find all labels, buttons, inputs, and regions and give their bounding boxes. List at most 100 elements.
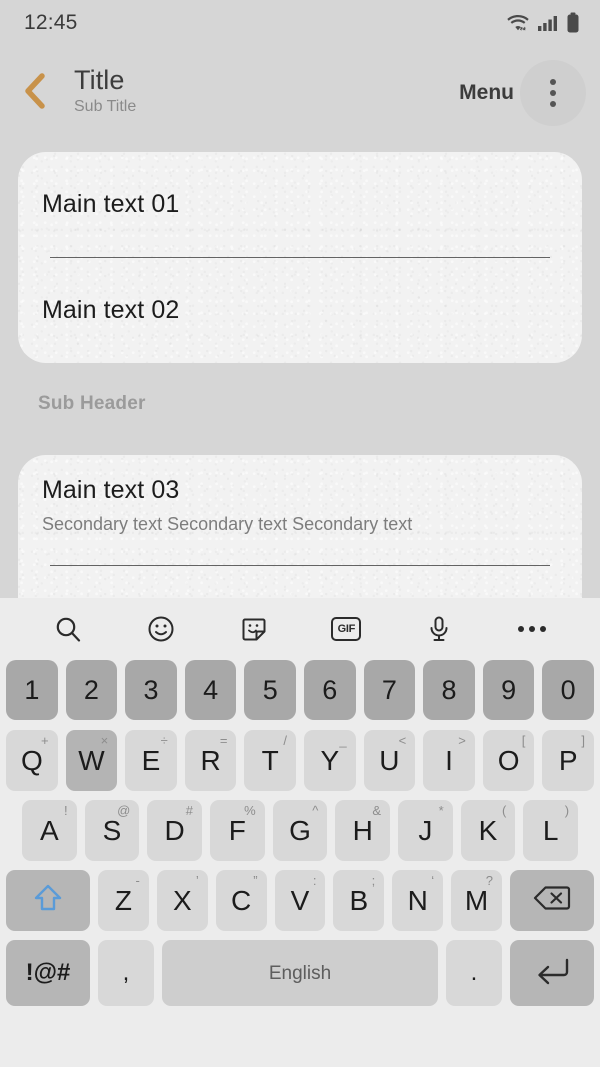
list-item-title: Main text 03 <box>42 476 180 504</box>
period-key[interactable]: . <box>446 940 502 1006</box>
key-c[interactable]: ” C <box>215 870 267 931</box>
key-d[interactable]: # D <box>147 800 202 861</box>
list-divider <box>50 257 550 258</box>
more-horizontal-icon[interactable] <box>506 603 558 655</box>
back-button[interactable] <box>22 69 62 117</box>
key-g[interactable]: ^ G <box>272 800 328 861</box>
key-f[interactable]: % F <box>210 800 265 861</box>
key-h-alt: & <box>372 803 382 818</box>
key-g-alt: ^ <box>312 803 319 818</box>
space-key[interactable]: English <box>162 940 438 1006</box>
key-s[interactable]: @ S <box>84 800 140 861</box>
key-o-alt: [ <box>521 733 526 748</box>
key-y-label: Y <box>320 744 340 776</box>
key-w[interactable]: × W <box>65 730 118 791</box>
key-m-label: M <box>464 884 489 916</box>
signal-icon <box>537 13 559 33</box>
key-p-alt: ] <box>581 733 585 748</box>
key-j-label: J <box>418 814 433 846</box>
key-l-alt: ) <box>564 803 570 818</box>
page-title: Title <box>74 64 125 95</box>
key-u[interactable]: < U <box>363 730 416 791</box>
key-m[interactable]: ? M <box>451 870 503 931</box>
key-n[interactable]: ‘N <box>392 870 444 931</box>
key-j[interactable]: * J <box>398 800 453 861</box>
key-y[interactable]: _ Y <box>304 730 356 791</box>
overflow-menu-button[interactable] <box>520 60 586 126</box>
key-8[interactable]: 8 <box>423 660 475 720</box>
emoji-icon[interactable] <box>135 603 187 655</box>
battery-icon <box>566 12 580 34</box>
wifi-icon <box>506 13 530 33</box>
microphone-icon[interactable] <box>413 603 465 655</box>
key-a-label: A <box>39 814 59 846</box>
key-l[interactable]: ) L <box>523 800 579 861</box>
key-z[interactable]: -Z <box>98 870 149 931</box>
key-1[interactable]: 1 <box>6 660 58 720</box>
key-j-alt: * <box>438 803 444 818</box>
comma-key[interactable]: , <box>98 940 154 1006</box>
key-b[interactable]: ; B <box>333 870 385 931</box>
key-o[interactable]: [O <box>482 730 535 791</box>
key-2[interactable]: 2 <box>65 660 118 720</box>
list-item[interactable]: Main text 02 <box>18 258 582 363</box>
key-c-label: C <box>231 884 252 916</box>
key-p-label: P <box>558 744 578 776</box>
key-0[interactable]: 0 <box>542 660 594 720</box>
key-e[interactable]: ÷ E <box>125 730 177 791</box>
key-u-alt: < <box>398 733 407 748</box>
key-q-label: Q <box>20 744 43 776</box>
symbols-key[interactable]: !@# <box>6 940 90 1006</box>
list-item-title: Main text 02 <box>42 295 180 324</box>
key-3[interactable]: 3 <box>125 660 177 720</box>
key-a[interactable]: ! A <box>21 800 77 861</box>
content-list[interactable]: Main text 01 Main text 02 Sub Header Mai… <box>0 140 600 598</box>
key-v[interactable]: :V <box>274 870 326 931</box>
status-bar: 12:45 <box>0 0 600 46</box>
backspace-icon <box>533 884 571 917</box>
enter-key[interactable] <box>510 940 594 1006</box>
key-s-label: S <box>102 814 122 846</box>
title-group: Title Sub Title <box>74 64 459 121</box>
list-item[interactable]: Main text 04 <box>18 566 582 598</box>
sticker-icon[interactable] <box>228 603 280 655</box>
keyboard-row-one: + Q × W ÷ E = R / T _ Y < U > I [O ] P <box>0 730 600 791</box>
key-t[interactable]: / T <box>244 730 296 791</box>
key-p[interactable]: ] P <box>542 730 594 791</box>
key-l-label: L <box>542 814 559 846</box>
key-i[interactable]: > I <box>423 730 475 791</box>
key-i-alt: > <box>458 733 466 748</box>
key-x[interactable]: ’ X <box>156 870 208 931</box>
search-icon[interactable] <box>42 603 94 655</box>
gif-icon[interactable]: GIF <box>320 603 372 655</box>
key-k[interactable]: (K <box>460 800 516 861</box>
key-7[interactable]: 7 <box>363 660 416 720</box>
key-r[interactable]: = R <box>184 730 237 791</box>
key-t-label: T <box>261 744 279 776</box>
key-w-label: W <box>78 744 105 776</box>
list-item[interactable]: Main text 01 <box>18 152 582 257</box>
key-z-alt: - <box>135 873 140 888</box>
menu-button[interactable]: Menu <box>459 81 514 105</box>
key-h-label: H <box>352 814 373 846</box>
key-k-label: K <box>478 814 498 846</box>
key-4[interactable]: 4 <box>184 660 237 720</box>
key-5[interactable]: 5 <box>244 660 296 720</box>
list-item[interactable]: Main text 03 Secondary text Secondary te… <box>18 455 582 565</box>
more-vertical-icon <box>550 79 556 107</box>
key-q[interactable]: + Q <box>6 730 58 791</box>
keyboard-row-three: -Z ’ X ” C :V ; B ‘N ? M <box>0 870 600 931</box>
key-h[interactable]: & H <box>335 800 391 861</box>
key-6[interactable]: 6 <box>304 660 356 720</box>
keyboard-row-two: ! A @ S # D % F ^ G & H * J (K ) L <box>0 800 600 861</box>
shift-key[interactable] <box>6 870 90 931</box>
backspace-key[interactable] <box>510 870 595 931</box>
key-m-alt: ? <box>485 873 494 888</box>
gif-label: GIF <box>331 617 362 641</box>
key-x-alt: ’ <box>195 873 199 888</box>
chevron-left-icon <box>22 72 48 115</box>
key-9[interactable]: 9 <box>482 660 535 720</box>
key-x-label: X <box>172 884 192 916</box>
key-n-alt: ‘ <box>431 873 435 888</box>
list-item-subtitle: Secondary text Secondary text Secondary … <box>42 513 413 534</box>
